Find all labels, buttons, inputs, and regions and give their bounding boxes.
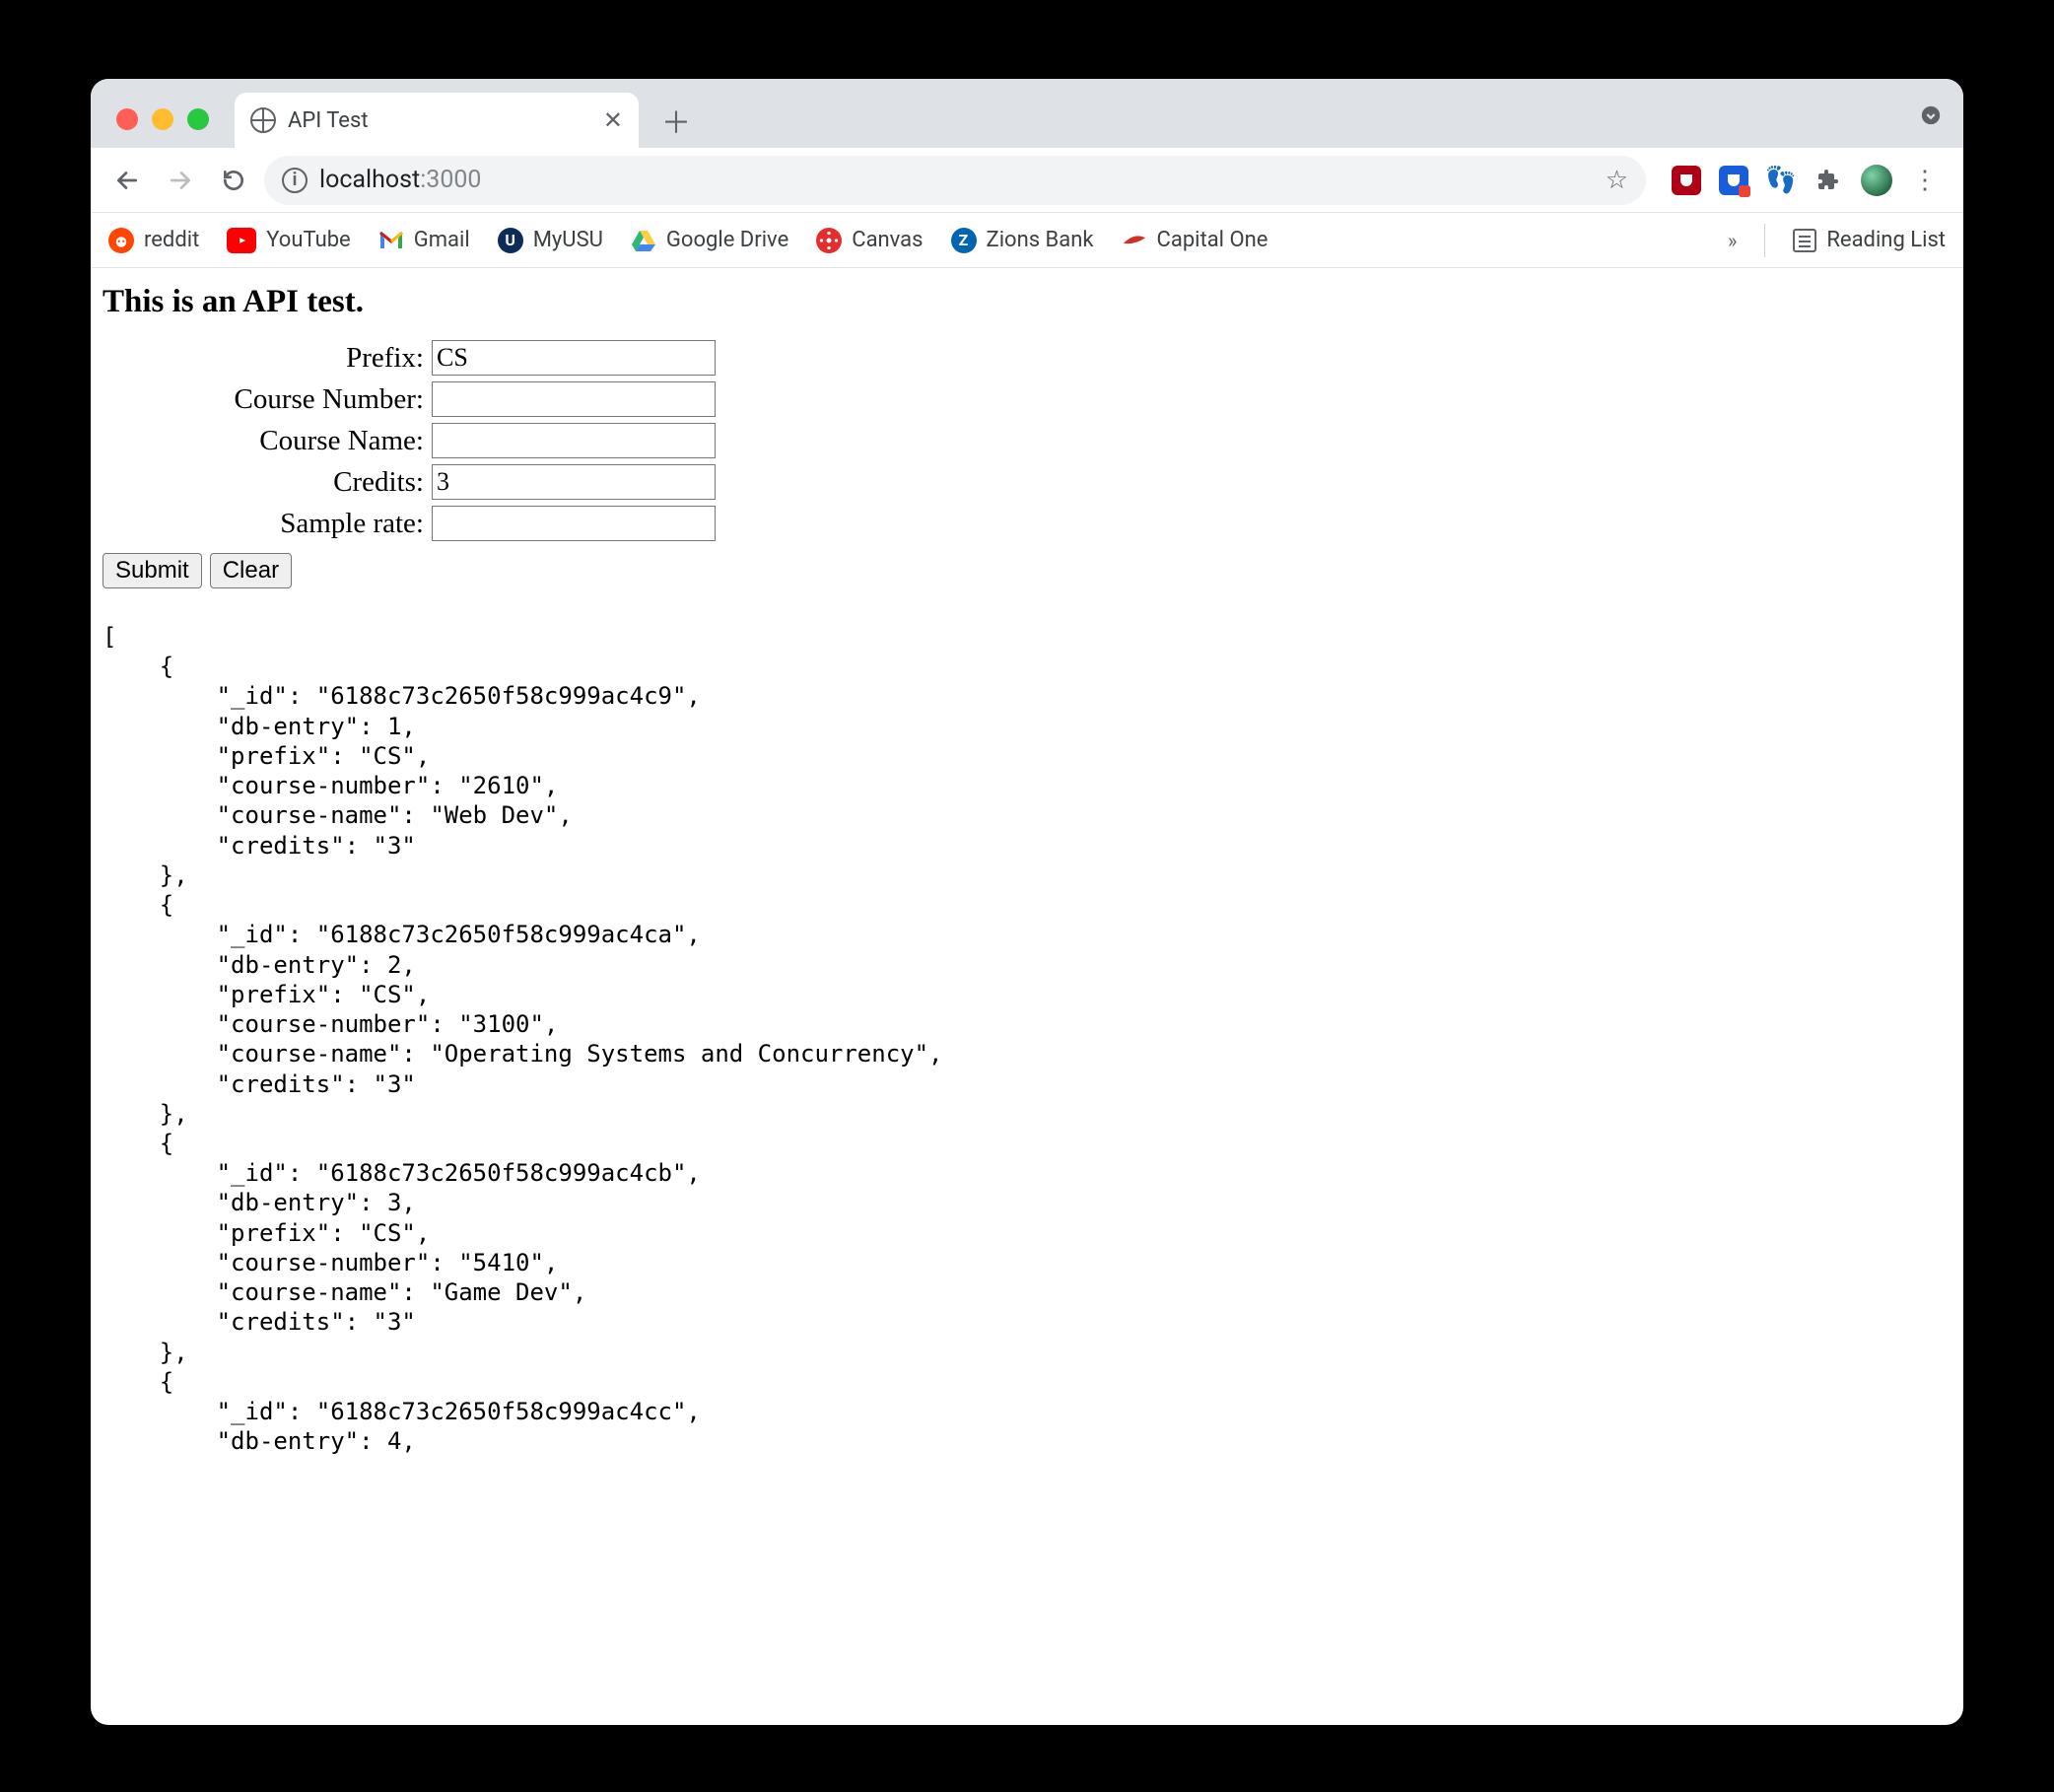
form-row-sample-rate: Sample rate: [103,506,1951,541]
gmail-icon [378,228,404,253]
form-buttons: Submit Clear [103,553,1951,588]
bookmark-label: Zions Bank [987,228,1094,252]
bookmark-myusu[interactable]: U MyUSU [498,228,603,253]
prefix-input[interactable] [432,340,716,376]
bookmark-label: Gmail [414,228,470,252]
reading-list-icon [1793,229,1816,252]
form-row-prefix: Prefix: [103,340,1951,376]
reading-list-button[interactable]: Reading List [1793,228,1946,252]
address-bar: i localhost:3000 ☆ 👣 ⋮ [91,148,1963,213]
bookmark-youtube[interactable]: YouTube [227,228,350,253]
new-tab-button[interactable]: ＋ [654,99,698,142]
bookmark-reddit[interactable]: reddit [108,228,199,253]
bitwarden-extension-icon[interactable] [1719,166,1748,195]
tab-strip: API Test ✕ ＋ [91,79,1963,148]
arrow-right-icon [168,168,193,193]
reading-list-label: Reading List [1826,228,1946,252]
course-number-label: Course Number: [103,383,432,416]
fullscreen-window-button[interactable] [187,108,209,130]
browser-menu-button[interactable]: ⋮ [1910,166,1940,195]
reload-button[interactable] [211,158,256,203]
google-drive-icon [631,228,656,253]
bookmark-google-drive[interactable]: Google Drive [631,228,788,253]
bookmarks-bar: reddit YouTube Gmail U MyUSU Google Driv… [91,213,1963,268]
bookmark-label: YouTube [266,228,350,252]
prefix-label: Prefix: [103,342,432,375]
form-row-credits: Credits: [103,464,1951,500]
reddit-icon [108,228,134,253]
gnome-extension-icon[interactable]: 👣 [1766,166,1796,195]
sample-rate-input[interactable] [432,506,716,541]
separator [1764,224,1765,257]
profile-avatar[interactable] [1861,165,1892,196]
globe-icon [250,107,276,133]
api-output: [ { "_id": "6188c73c2650f58c999ac4c9", "… [103,622,1951,1457]
forward-button[interactable] [158,158,203,203]
bookmark-label: Canvas [852,228,923,252]
bookmarks-overflow-button[interactable]: » [1728,229,1737,252]
clear-button[interactable]: Clear [210,553,292,588]
browser-window: API Test ✕ ＋ i localhost:3000 ☆ [91,79,1963,1725]
close-window-button[interactable] [116,108,138,130]
sample-rate-label: Sample rate: [103,508,432,540]
capital-one-icon [1122,228,1147,253]
bookmark-canvas[interactable]: Canvas [816,228,923,253]
url-input[interactable]: i localhost:3000 ☆ [264,156,1646,205]
close-tab-icon[interactable]: ✕ [603,106,623,134]
page-title: This is an API test. [103,284,1951,320]
extensions-button[interactable] [1814,166,1843,195]
submit-button[interactable]: Submit [103,553,202,588]
course-name-input[interactable] [432,423,716,458]
bookmark-zions-bank[interactable]: Z Zions Bank [951,228,1094,253]
bookmark-label: Google Drive [666,228,788,252]
bookmark-label: MyUSU [533,228,603,252]
usu-icon: U [498,228,523,253]
chevron-down-circle-icon [1920,104,1942,126]
url-text: localhost:3000 [319,166,481,194]
course-name-label: Course Name: [103,425,432,457]
bookmark-capital-one[interactable]: Capital One [1122,228,1268,253]
bookmark-gmail[interactable]: Gmail [378,228,470,253]
site-info-icon[interactable]: i [282,168,308,193]
page-content: This is an API test. Prefix: Course Numb… [91,268,1963,1725]
zions-icon: Z [951,228,977,253]
canvas-icon [816,228,842,253]
back-button[interactable] [104,158,150,203]
reload-icon [221,168,246,193]
youtube-icon [227,228,256,253]
credits-label: Credits: [103,466,432,499]
ublock-extension-icon[interactable] [1672,166,1701,195]
form-row-course-number: Course Number: [103,381,1951,417]
course-number-input[interactable] [432,381,716,417]
form-row-course-name: Course Name: [103,423,1951,458]
tab-title: API Test [288,108,591,133]
window-controls [104,108,221,148]
credits-input[interactable] [432,464,716,500]
bookmark-label: Capital One [1157,228,1268,252]
minimize-window-button[interactable] [152,108,173,130]
arrow-left-icon [114,168,140,193]
bookmark-star-icon[interactable]: ☆ [1606,166,1628,195]
extensions-area: 👣 ⋮ [1654,165,1950,196]
browser-tab[interactable]: API Test ✕ [235,93,639,148]
bookmark-label: reddit [144,228,199,252]
tab-search-button[interactable] [1908,93,1953,138]
